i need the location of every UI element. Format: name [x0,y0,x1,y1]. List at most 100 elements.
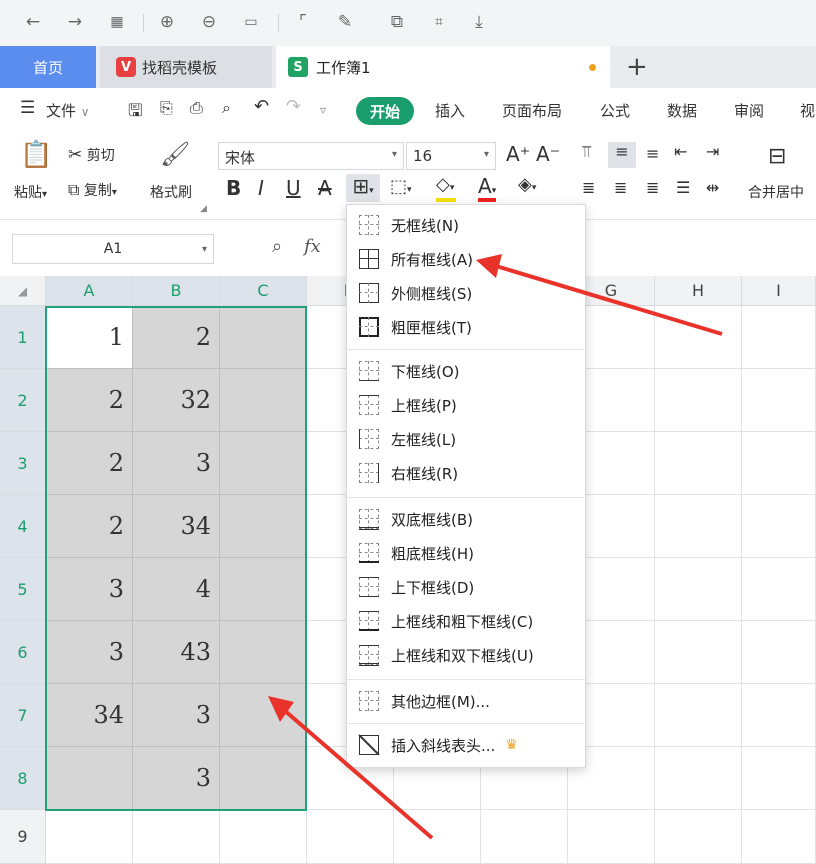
row-header-8[interactable]: 8 [0,747,46,810]
format-painter-icon[interactable]: 🖌 [160,140,190,168]
tab-start[interactable]: 开始 [356,97,414,125]
zoom-out-icon[interactable]: ⊖ [196,10,222,34]
align-left-icon[interactable]: ≣ [582,178,595,197]
actual-size-icon[interactable]: ▭ [238,10,264,34]
cell-b4[interactable]: 34 [133,495,220,558]
column-header-c[interactable]: C [220,276,307,306]
increase-font-icon[interactable]: A⁺ [506,142,530,166]
row-header-7[interactable]: 7 [0,684,46,747]
fill-color-icon[interactable]: ◇▾ [436,174,454,195]
print-icon[interactable]: ⎙ [190,98,203,118]
cell-h9[interactable] [655,810,742,864]
font-color-icon[interactable]: A▾ [478,174,496,198]
cell-b9[interactable] [133,810,220,864]
menu-item-left-border[interactable]: 左框线(L) [347,423,585,455]
cell-i6[interactable] [742,621,816,684]
menu-item-insert-diagonal-header[interactable]: 插入斜线表头... ♛ [347,729,585,761]
tab-home[interactable]: 首页 [0,46,96,88]
tab-formula[interactable]: 公式 [600,100,630,121]
fill-style-icon[interactable]: ⬚▾ [390,176,412,197]
cell-b1[interactable]: 2 [133,306,220,369]
download-icon[interactable]: ⤓ [466,10,492,34]
edit-icon[interactable]: ✎ [332,10,358,34]
back-arrow-icon[interactable]: ← [20,10,46,34]
cell-f9[interactable] [481,810,568,864]
tab-page-layout[interactable]: 页面布局 [502,100,562,121]
row-header-6[interactable]: 6 [0,621,46,684]
clear-format-icon[interactable]: ◈▾ [518,174,536,195]
export-pdf-icon[interactable]: ⎘ [160,98,173,118]
cell-i1[interactable] [742,306,816,369]
cell-b5[interactable]: 4 [133,558,220,621]
cell-c8[interactable] [220,747,307,810]
zoom-in-icon[interactable]: ⊕ [154,10,180,34]
menu-item-no-border[interactable]: 无框线(N) [347,209,585,241]
strikethrough-icon[interactable]: A [318,176,332,200]
menu-item-top-double-bottom-border[interactable]: 上框线和双下框线(U) [347,639,585,671]
cell-h2[interactable] [655,369,742,432]
menu-item-all-borders[interactable]: 所有框线(A) [347,243,585,275]
cell-i4[interactable] [742,495,816,558]
forward-arrow-icon[interactable]: → [62,10,88,34]
decrease-indent-icon[interactable]: ⇤ [674,142,687,161]
copy-button[interactable]: ⧉ 复制▾ [68,180,117,200]
menu-item-top-thick-bottom-border[interactable]: 上框线和粗下框线(C) [347,605,585,637]
cell-c7[interactable] [220,684,307,747]
find-function-icon[interactable]: ⌕ [272,236,282,257]
cell-a3[interactable]: 2 [46,432,133,495]
font-dialog-launcher-icon[interactable]: ◢ [200,204,207,214]
font-size-select[interactable]: 16 ▾ [406,142,496,170]
cell-b7[interactable]: 3 [133,684,220,747]
cell-i9[interactable] [742,810,816,864]
cell-h1[interactable] [655,306,742,369]
tab-view[interactable]: 视 [800,100,815,121]
menu-item-more-borders[interactable]: 其他边框(M)... [347,685,585,717]
select-all-corner[interactable]: ◢ [0,276,46,306]
print-preview-icon[interactable]: ⌕ [222,98,231,118]
merge-center-icon[interactable]: ⊟ [768,144,786,169]
formula-icon[interactable]: ⌗ [426,10,452,34]
customize-chevron-icon[interactable]: ▿ [320,103,326,117]
hamburger-icon[interactable]: ☰ [20,98,35,118]
cell-b3[interactable]: 3 [133,432,220,495]
tab-workbook[interactable]: S 工作簿1 [276,46,610,88]
row-header-9[interactable]: 9 [0,810,46,864]
bold-icon[interactable]: B [226,176,241,200]
cell-c3[interactable] [220,432,307,495]
cell-c1[interactable] [220,306,307,369]
save-icon[interactable]: 🖫 [128,98,142,127]
tab-data[interactable]: 数据 [667,100,697,121]
row-header-1[interactable]: 1 [0,306,46,369]
menu-item-thick-box-border[interactable]: 粗匣框线(T) [347,311,585,343]
cell-i2[interactable] [742,369,816,432]
menu-item-right-border[interactable]: 右框线(R) [347,457,585,489]
paste-icon[interactable]: 📋 [20,140,52,170]
cut-button[interactable]: ✂ 剪切 [68,145,115,165]
cell-c6[interactable] [220,621,307,684]
copy-pages-icon[interactable]: ⧉ [384,10,410,34]
justify-icon[interactable]: ☰ [676,178,690,197]
underline-icon[interactable]: U [286,176,301,200]
cell-h3[interactable] [655,432,742,495]
cell-c4[interactable] [220,495,307,558]
cell-e9[interactable] [394,810,481,864]
name-box[interactable]: A1 ▾ [12,234,214,264]
cell-h4[interactable] [655,495,742,558]
column-header-i[interactable]: I [742,276,816,306]
cell-i8[interactable] [742,747,816,810]
cell-i5[interactable] [742,558,816,621]
menu-item-top-bottom-border[interactable]: 上下框线(D) [347,571,585,603]
align-bottom-icon[interactable]: ≡ [646,144,659,163]
cell-h8[interactable] [655,747,742,810]
cell-c2[interactable] [220,369,307,432]
cell-a6[interactable]: 3 [46,621,133,684]
font-name-select[interactable]: 宋体 ▾ [218,142,404,170]
column-header-a[interactable]: A [46,276,133,306]
menu-file[interactable]: 文件 ∨ [46,100,90,121]
cell-b6[interactable]: 43 [133,621,220,684]
tab-insert[interactable]: 插入 [435,100,465,121]
distributed-icon[interactable]: ⇹ [706,178,719,197]
menu-item-top-border[interactable]: 上框线(P) [347,389,585,421]
redo-icon[interactable]: ↷ [286,96,301,117]
border-button[interactable]: ⊞▾ [346,174,380,202]
